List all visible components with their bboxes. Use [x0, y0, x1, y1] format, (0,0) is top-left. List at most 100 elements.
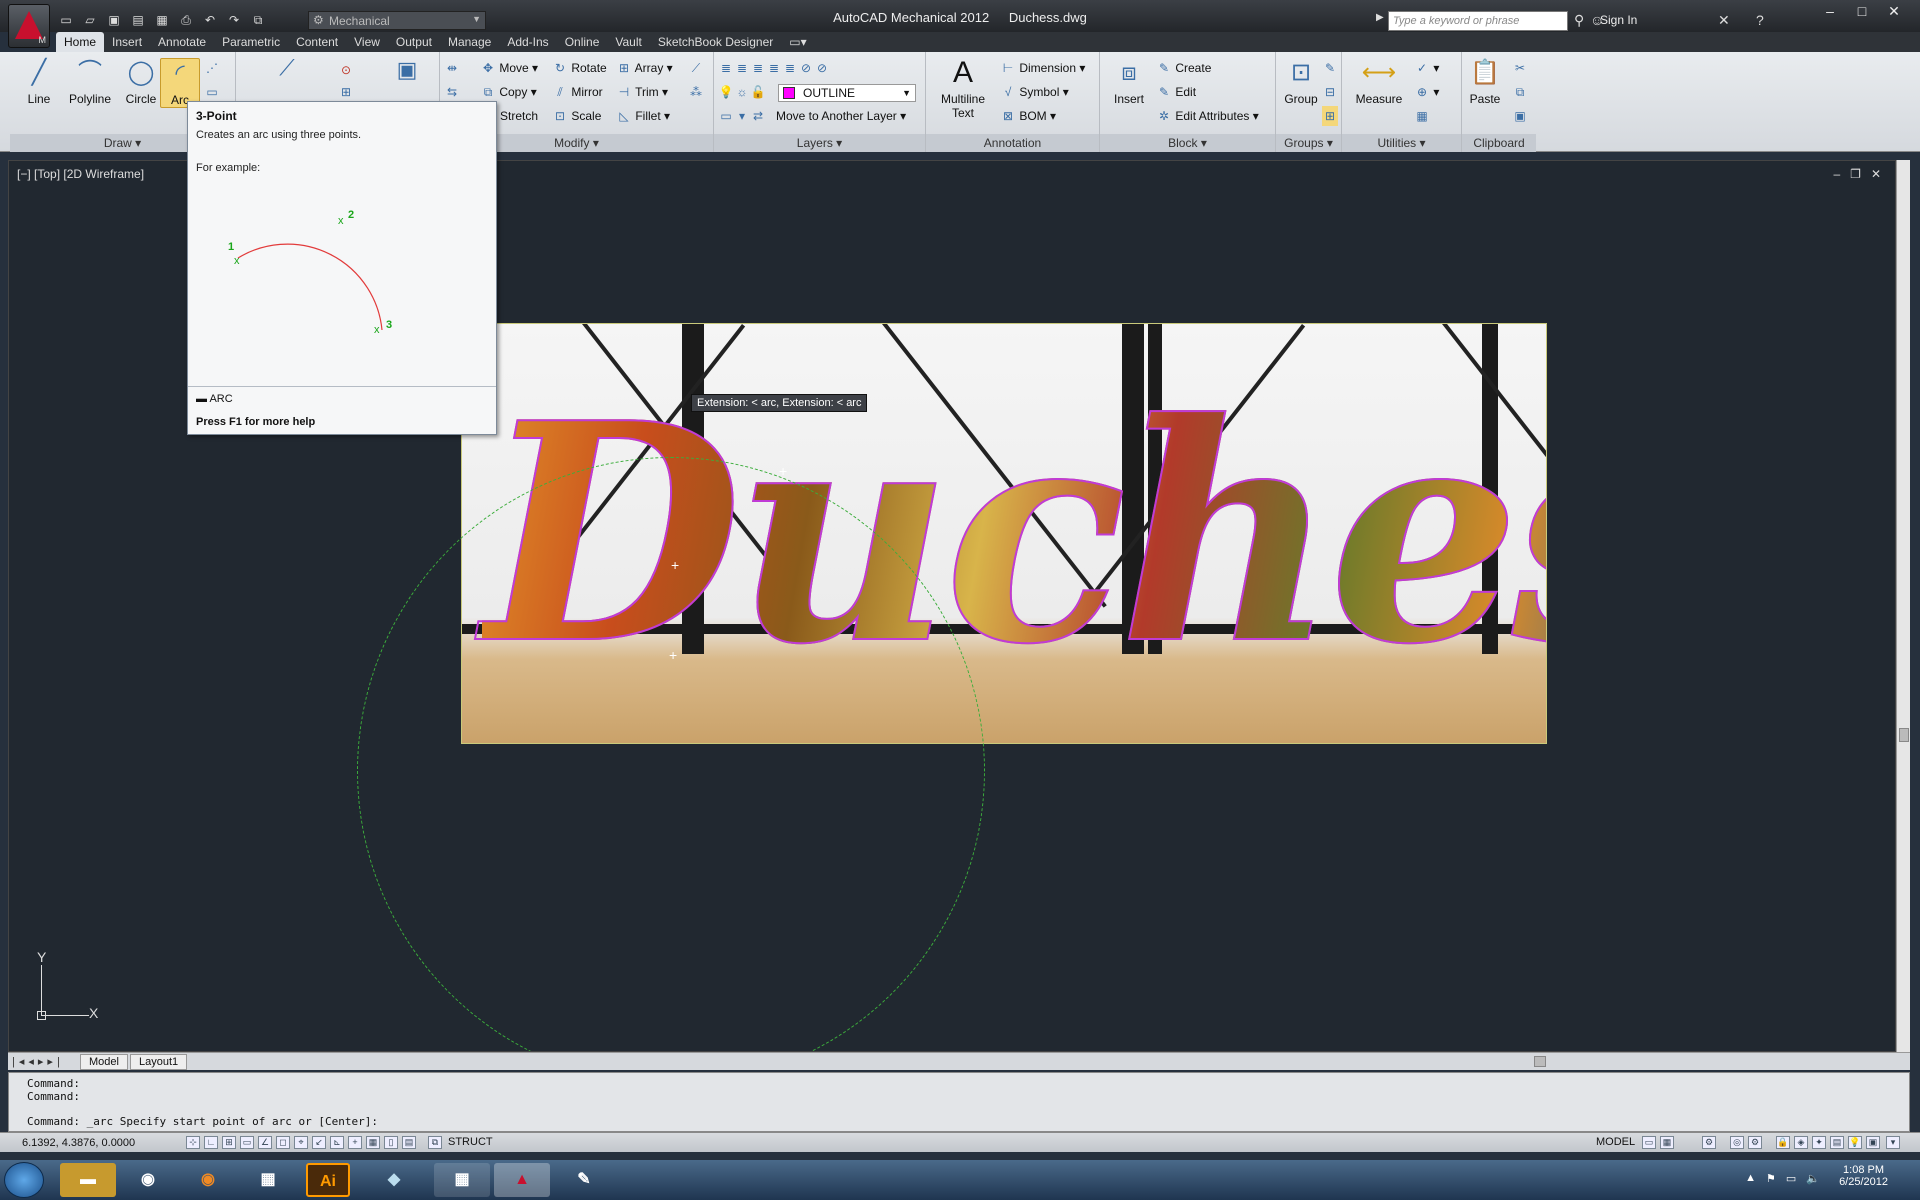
fillet-button[interactable]: ◺ Fillet ▾	[616, 106, 670, 126]
centerline-icon[interactable]: ⊙	[338, 60, 354, 80]
edit-polyline-icon[interactable]: ⟋	[688, 58, 704, 78]
binoculars-icon[interactable]: ⚲	[1574, 12, 1584, 29]
maximize-icon[interactable]: □	[1846, 3, 1878, 23]
publish-icon[interactable]: ▦	[152, 11, 172, 29]
viewport-controls-label[interactable]: [−] [Top] [2D Wireframe]	[17, 167, 144, 181]
scrollbar-thumb[interactable]	[1899, 728, 1909, 742]
quick-select-icon[interactable]: ✓ ▾	[1414, 58, 1439, 78]
start-button[interactable]	[4, 1162, 44, 1198]
hatch-icon[interactable]: ⊞	[338, 82, 354, 102]
dynamic-input-icon[interactable]: +	[348, 1136, 362, 1149]
array-button[interactable]: ⊞ Array ▾	[616, 58, 673, 78]
layer-tools-icons[interactable]: ≣ ≣ ≣ ≣ ≣ ⊘ ⊘	[718, 58, 830, 78]
coordinates-readout[interactable]: 6.1392, 4.3876, 0.0000	[22, 1137, 135, 1149]
chrome-icon[interactable]: ◉	[120, 1163, 176, 1197]
flag-icon[interactable]: ⚑	[1766, 1172, 1776, 1185]
quick-view-layouts-icon[interactable]: ▭	[1642, 1136, 1656, 1149]
tab-parametric[interactable]: Parametric	[214, 32, 288, 52]
point-style-icon[interactable]: ⊕ ▾	[1414, 82, 1439, 102]
status-icon[interactable]: ▤	[1830, 1136, 1844, 1149]
move-button[interactable]: ✥ Move ▾	[480, 58, 538, 78]
create-block-button[interactable]: ✎ Create	[1156, 58, 1211, 78]
volume-icon[interactable]: 🔈	[1806, 1172, 1820, 1185]
lightbulb-icon[interactable]: 💡	[1848, 1136, 1862, 1149]
show-hidden-icons-icon[interactable]: ▲	[1745, 1172, 1756, 1185]
annotation-visibility-icon[interactable]: ◎	[1730, 1136, 1744, 1149]
minimize-icon[interactable]: –	[1814, 3, 1846, 23]
pro-app-icon[interactable]: ▦	[434, 1163, 490, 1197]
open-icon[interactable]: ▱	[80, 11, 100, 29]
view-icon[interactable]: ▣	[392, 59, 422, 81]
utilities-panel-title[interactable]: Utilities ▾	[1342, 134, 1461, 152]
explode-icon[interactable]: ⁂	[688, 82, 704, 102]
dimension-edit-icon[interactable]: ⇹	[444, 58, 460, 78]
file-explorer-icon[interactable]: ▬	[60, 1163, 116, 1197]
tab-add-ins[interactable]: Add-Ins	[499, 32, 556, 52]
hardware-acceleration-icon[interactable]: ◈	[1794, 1136, 1808, 1149]
calculator-app-icon[interactable]: ▦	[240, 1163, 296, 1197]
quick-view-drawings-icon[interactable]: ▦	[1660, 1136, 1674, 1149]
save-as-icon[interactable]: ▤	[128, 11, 148, 29]
calculator-icon[interactable]: ▦	[1414, 106, 1430, 126]
trim-button[interactable]: ⊣ Trim ▾	[616, 82, 668, 102]
snap-mode-icon[interactable]: ∟	[204, 1136, 218, 1149]
exchange-icon[interactable]: ✕	[1718, 12, 1730, 29]
symbol-button[interactable]: √ Symbol ▾	[1000, 82, 1069, 102]
help-icon[interactable]: ?	[1756, 12, 1764, 28]
network-icon[interactable]: ▭	[1786, 1172, 1796, 1185]
print-icon[interactable]: ⎙	[176, 11, 196, 29]
struct-toggle[interactable]: STRUCT	[448, 1136, 493, 1148]
line-button[interactable]: ╱ Line	[16, 58, 62, 106]
block-panel-title[interactable]: Block ▾	[1100, 134, 1275, 152]
dimension-button[interactable]: ⊢ Dimension ▾	[1000, 58, 1086, 78]
viewport-minimize-icon[interactable]: –	[1833, 167, 1840, 181]
plot-icon[interactable]: ⧉	[248, 11, 268, 29]
bom-button[interactable]: ⊠ BOM ▾	[1000, 106, 1056, 126]
tab-layout1[interactable]: Layout1	[130, 1054, 188, 1070]
close-icon[interactable]: ✕	[1878, 3, 1910, 23]
tab-view[interactable]: View	[346, 32, 388, 52]
ungroup-icon[interactable]: ✎	[1322, 58, 1338, 78]
application-menu-button[interactable]: M	[8, 4, 50, 48]
workspace-switching-icon[interactable]: ⚙	[1748, 1136, 1762, 1149]
toolbar-lock-icon[interactable]: 🔒	[1776, 1136, 1790, 1149]
taskbar-clock[interactable]: 1:08 PM 6/25/2012	[1839, 1164, 1888, 1188]
tab-insert[interactable]: Insert	[104, 32, 150, 52]
redo-icon[interactable]: ↷	[224, 11, 244, 29]
tab-annotate[interactable]: Annotate	[150, 32, 214, 52]
vertical-scrollbar[interactable]	[1896, 160, 1910, 1052]
horizontal-scrollbar-thumb[interactable]	[1534, 1056, 1546, 1067]
tab-sketchbook-designer[interactable]: SketchBook Designer	[650, 32, 781, 52]
stretch-button[interactable]: Stretch	[500, 106, 538, 126]
dynamic-ucs-icon[interactable]: ⊾	[330, 1136, 344, 1149]
tab-model[interactable]: Model	[80, 1054, 128, 1070]
model-space-toggle[interactable]: MODEL	[1596, 1136, 1635, 1148]
tab-home[interactable]: Home	[56, 32, 105, 52]
clean-screen-icon[interactable]: ▣	[1866, 1136, 1880, 1149]
group-selection-icon[interactable]: ⊞	[1322, 106, 1338, 126]
tab-content[interactable]: Content	[288, 32, 346, 52]
polyline-button[interactable]: ⌒ Polyline	[60, 58, 120, 106]
tab-vault[interactable]: Vault	[607, 32, 649, 52]
help-search-input[interactable]: Type a keyword or phrase	[1388, 11, 1568, 31]
paste-button[interactable]: 📋 Paste	[1462, 58, 1508, 106]
eraser-app-icon[interactable]: ◆	[366, 1163, 422, 1197]
layer-match-icons[interactable]: ▭ ▾ ⇄	[718, 106, 766, 126]
multiline-text-button[interactable]: A Multiline Text	[934, 58, 992, 121]
power-copy-icon[interactable]: ⇆	[444, 82, 460, 102]
move-to-another-layer-button[interactable]: Move to Another Layer ▾	[776, 106, 906, 126]
viewport-close-icon[interactable]: ✕	[1871, 167, 1881, 181]
paint-app-icon[interactable]: ✎	[556, 1163, 612, 1197]
group-button[interactable]: ⊡ Group	[1278, 58, 1324, 106]
selection-cycling-icon[interactable]: ⧉	[428, 1136, 442, 1149]
viewport-restore-icon[interactable]: ❐	[1850, 167, 1861, 181]
quick-properties-icon[interactable]: ▤	[402, 1136, 416, 1149]
status-menu-icon[interactable]: ▾	[1886, 1136, 1900, 1149]
transparency-icon[interactable]: ▯	[384, 1136, 398, 1149]
autocad-taskbar-icon[interactable]: ▲	[494, 1163, 550, 1197]
object-snap-tracking-icon[interactable]: ↙	[312, 1136, 326, 1149]
edit-block-button[interactable]: ✎ Edit	[1156, 82, 1196, 102]
ortho-mode-icon[interactable]: ▭	[240, 1136, 254, 1149]
rotate-button[interactable]: ↻ Rotate	[552, 58, 607, 78]
object-snap-icon[interactable]: ◻	[276, 1136, 290, 1149]
